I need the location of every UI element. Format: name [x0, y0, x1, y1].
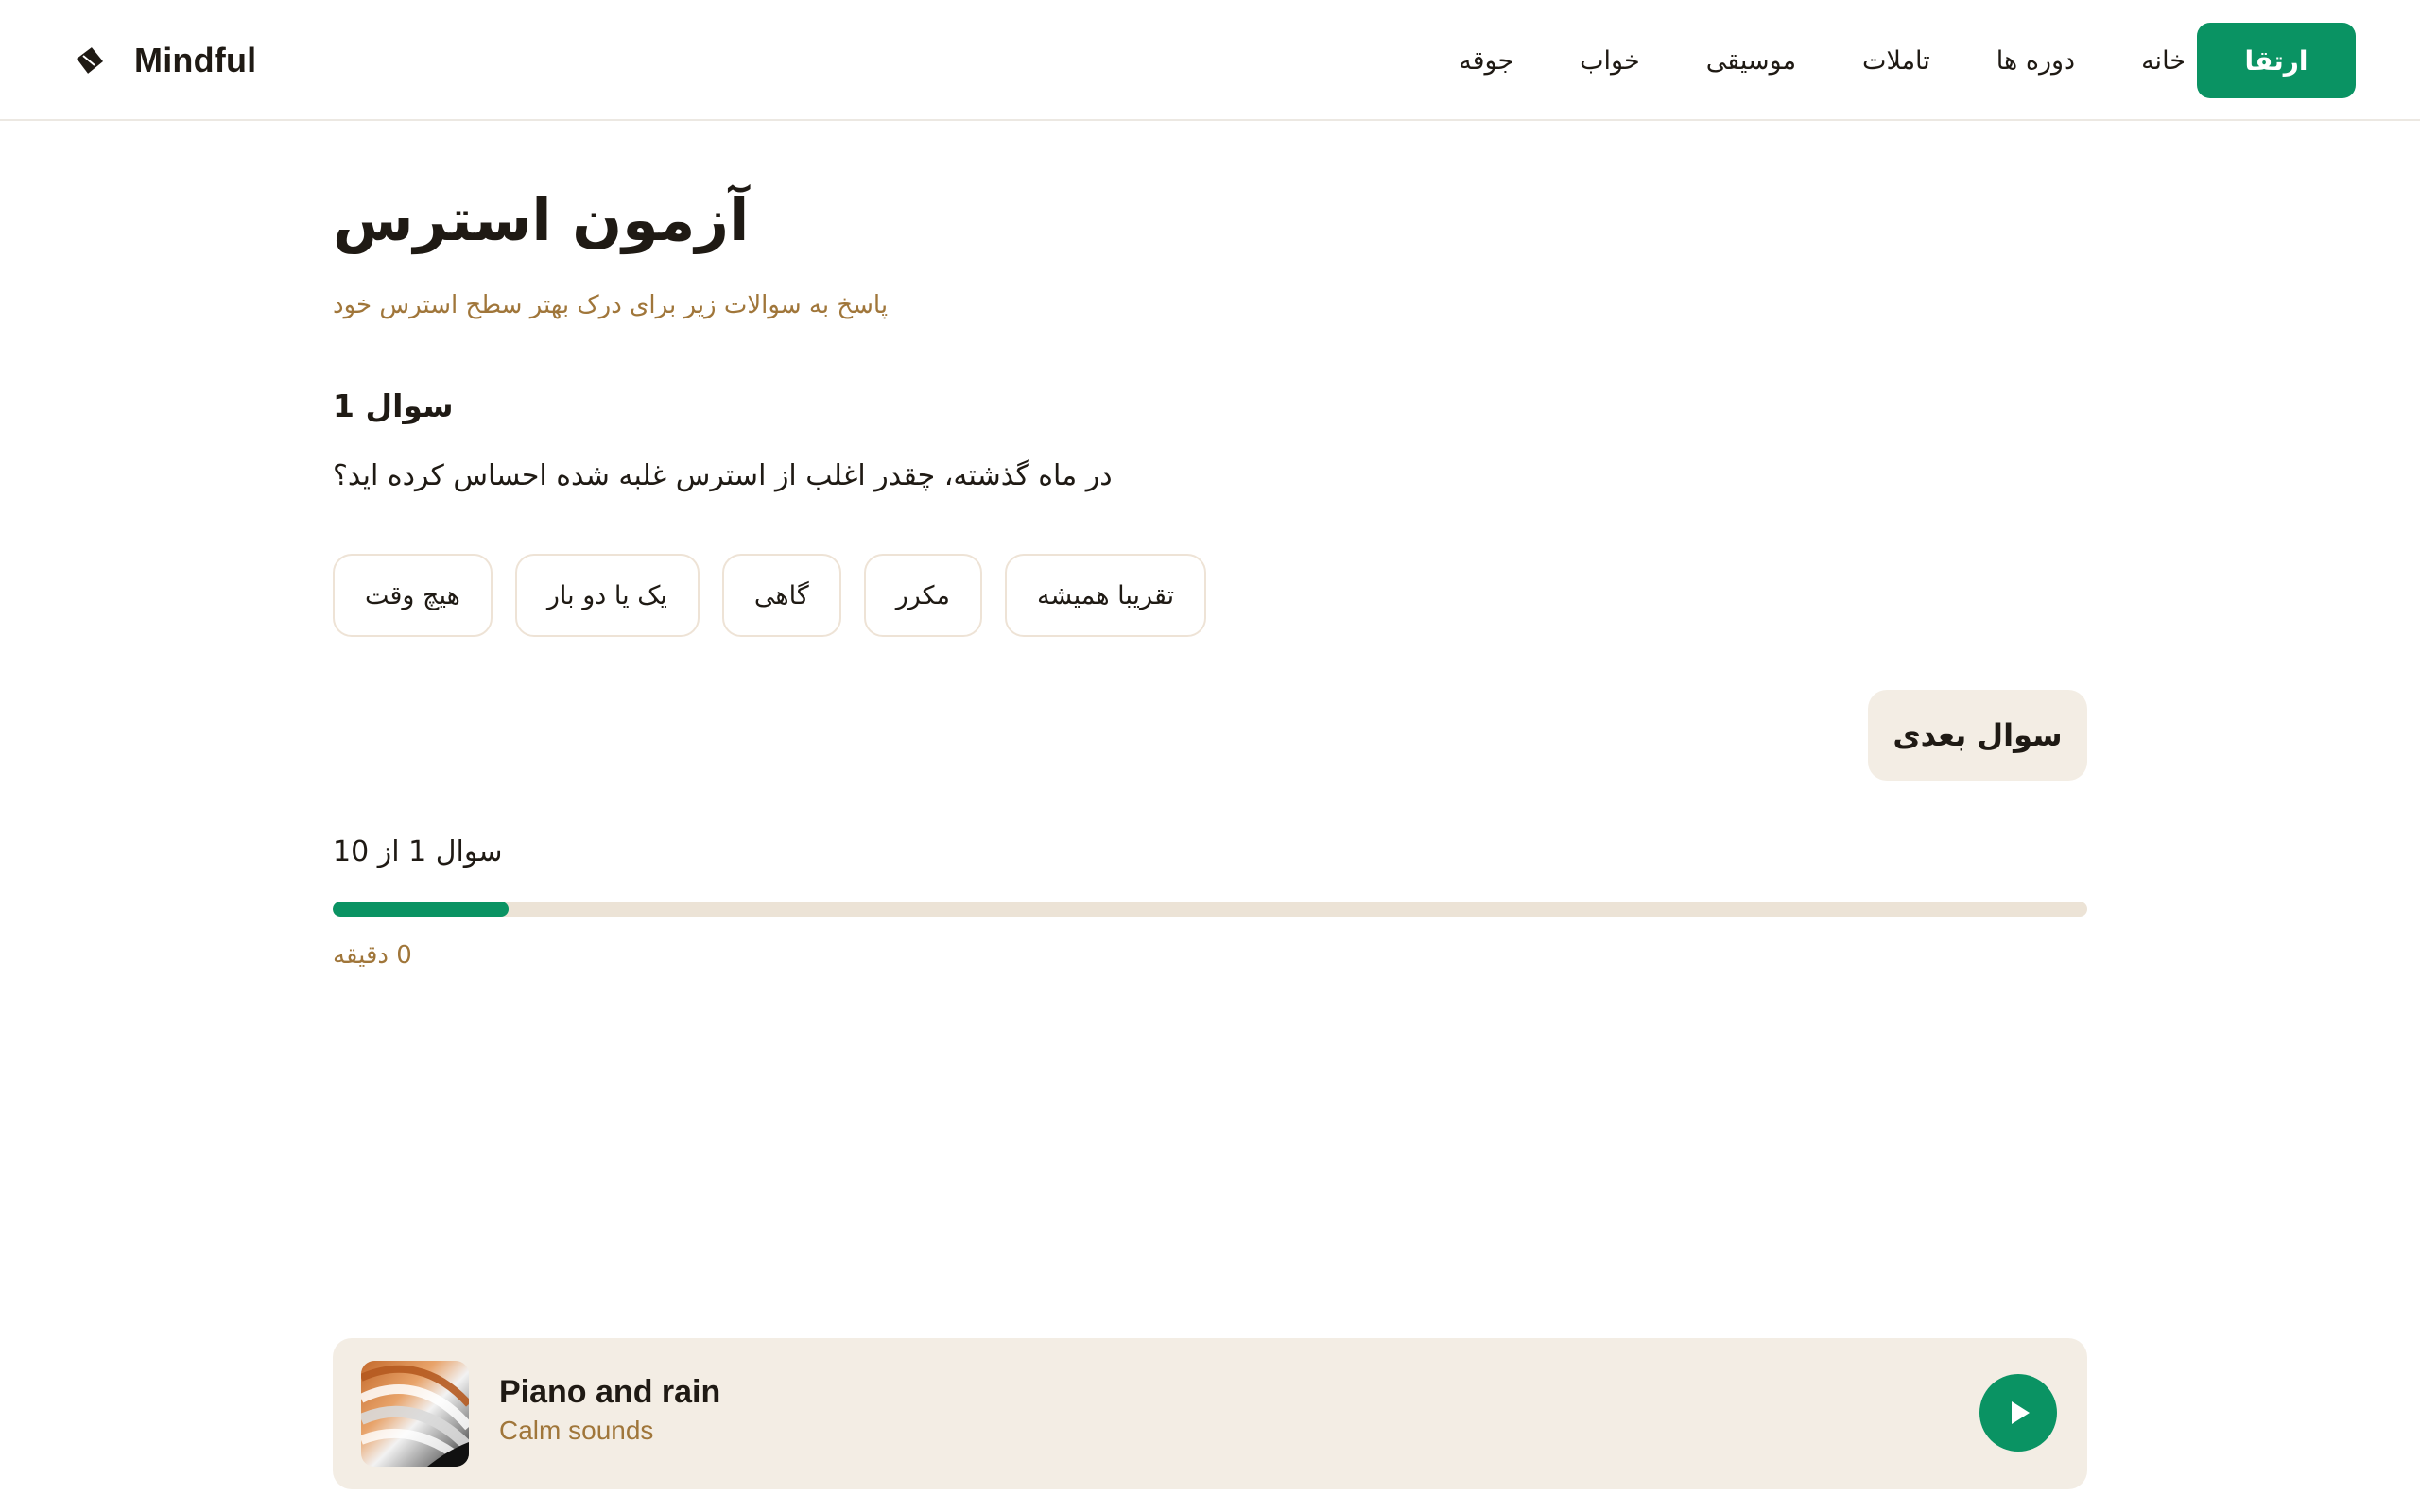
brand-logo[interactable]: Mindful: [74, 34, 256, 87]
option-never[interactable]: هیچ وقت: [333, 554, 493, 637]
next-question-button[interactable]: سوال بعدی: [1868, 690, 2087, 781]
album-art-image: [361, 1361, 469, 1467]
option-often[interactable]: مکرر: [863, 554, 983, 637]
brand-name: Mindful: [134, 41, 257, 79]
upgrade-button[interactable]: ارتقا: [2197, 23, 2356, 98]
play-icon: [2012, 1401, 2030, 1424]
page-title: آزمون استرس: [333, 185, 750, 254]
nav-item-group[interactable]: جوقه: [1459, 46, 1513, 76]
now-playing-bar: Piano and rain Calm sounds: [333, 1338, 2087, 1489]
progress-label: سوال 1 از 10: [333, 835, 503, 868]
play-button[interactable]: [1979, 1374, 2057, 1452]
option-sometimes[interactable]: گاهی: [721, 554, 841, 637]
progress-bar: [333, 902, 2087, 917]
track-title: Piano and rain: [499, 1374, 721, 1410]
leaf-logo-icon: [77, 47, 104, 74]
option-almost-always[interactable]: تقریبا همیشه: [1005, 554, 1207, 637]
question-label: سوال 1: [333, 387, 454, 424]
nav-item-sleep[interactable]: خواب: [1580, 46, 1640, 76]
nav-item-home[interactable]: خانه: [2141, 46, 2186, 76]
option-once-or-twice[interactable]: یک یا دو بار: [514, 554, 700, 637]
elapsed-time: 0 دقیقه: [333, 941, 412, 970]
nav-item-reflections[interactable]: تاملات: [1862, 46, 1930, 76]
progress-bar-fill: [333, 902, 509, 917]
answer-options: هیچ وقت یک یا دو بار گاهی مکرر تقریبا هم…: [333, 554, 1229, 637]
nav-item-music[interactable]: موسیقی: [1706, 46, 1796, 76]
track-subtitle: Calm sounds: [499, 1416, 654, 1445]
album-art: [361, 1361, 469, 1467]
main-nav: خانه دوره ها تاملات موسیقی خواب جوقه: [1392, 38, 2186, 83]
nav-item-courses[interactable]: دوره ها: [1996, 46, 2075, 76]
question-text: در ماه گذشته، چقدر اغلب از استرس غلبه شد…: [333, 459, 1113, 492]
page-subtitle: پاسخ به سوالات زیر برای درک بهتر سطح است…: [333, 291, 889, 319]
top-header: Mindful خانه دوره ها تاملات موسیقی خواب …: [0, 0, 2420, 121]
